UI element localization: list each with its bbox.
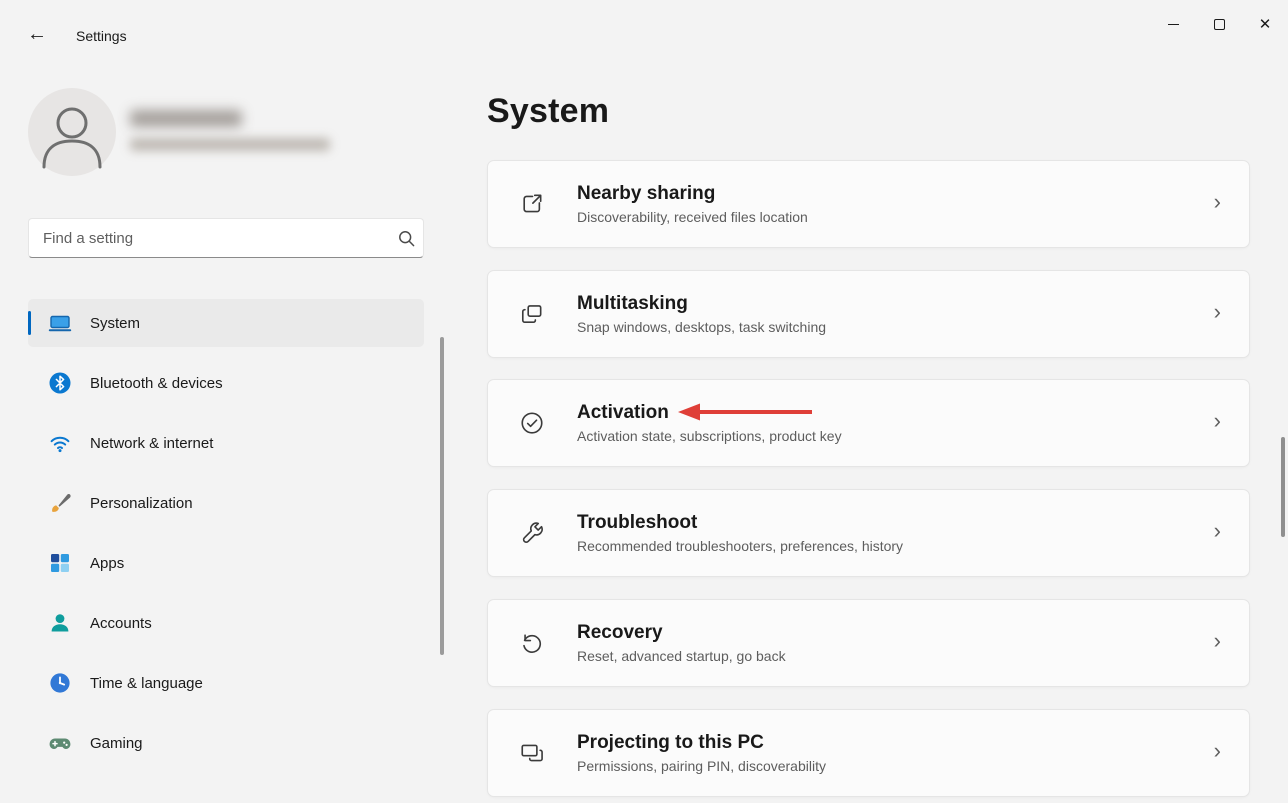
settings-card-recovery[interactable]: Recovery Reset, advanced startup, go bac… [487,599,1250,687]
display-icon [48,311,72,335]
user-name-blurred [130,110,242,127]
settings-card-troubleshoot[interactable]: Troubleshoot Recommended troubleshooters… [487,489,1250,577]
sidebar-item-gaming[interactable]: Gaming [28,719,424,767]
settings-card-projecting[interactable]: Projecting to this PC Permissions, pairi… [487,709,1250,797]
card-title: Activation [577,402,842,424]
chevron-right-icon: › [1214,738,1221,764]
search-icon[interactable] [389,230,423,247]
person-outline-icon [28,88,116,176]
card-subtitle: Activation state, subscriptions, product… [577,428,842,444]
reset-arrow-icon [519,630,545,656]
wifi-icon [48,431,72,455]
card-subtitle: Recommended troubleshooters, preferences… [577,538,903,554]
sidebar-nav: System Bluetooth & devices Network & int… [28,299,424,779]
settings-window: ← Settings ✕ [0,0,1288,803]
wrench-icon [519,520,545,546]
card-subtitle: Discoverability, received files location [577,209,808,225]
sidebar-item-label: Accounts [90,615,152,632]
titlebar: ← Settings ✕ [0,0,1288,56]
app-title: Settings [76,28,127,44]
avatar [28,88,116,176]
multitask-windows-icon [519,301,545,327]
card-title: Nearby sharing [577,183,808,205]
search-box [28,218,424,258]
share-icon [519,191,545,217]
back-arrow-icon: ← [27,23,47,45]
settings-card-nearby-sharing[interactable]: Nearby sharing Discoverability, received… [487,160,1250,248]
projecting-screens-icon [519,740,545,766]
settings-card-activation[interactable]: Activation Activation state, subscriptio… [487,379,1250,467]
checkmark-circle-icon [519,410,545,436]
sidebar-item-label: Personalization [90,495,193,512]
user-email-blurred [130,138,330,151]
minimize-button[interactable] [1150,0,1196,48]
card-subtitle: Permissions, pairing PIN, discoverabilit… [577,758,826,774]
sidebar-item-label: Gaming [90,735,143,752]
gamepad-icon [48,731,72,755]
sidebar-item-network-internet[interactable]: Network & internet [28,419,424,467]
selected-accent-pill [28,311,31,335]
chevron-right-icon: › [1214,299,1221,325]
paintbrush-icon [48,491,72,515]
sidebar-item-time-language[interactable]: Time & language [28,659,424,707]
chevron-right-icon: › [1214,408,1221,434]
bluetooth-icon [48,371,72,395]
maximize-button[interactable] [1196,0,1242,48]
chevron-right-icon: › [1214,518,1221,544]
user-profile[interactable] [28,88,368,176]
chevron-right-icon: › [1214,628,1221,654]
page-title: System [487,92,609,131]
back-button[interactable]: ← [18,18,56,50]
sidebar-item-system[interactable]: System [28,299,424,347]
sidebar-item-label: Apps [90,555,124,572]
close-icon: ✕ [1259,17,1272,32]
sidebar-item-label: System [90,315,140,332]
search-input[interactable] [29,219,389,257]
sidebar-item-label: Time & language [90,675,203,692]
sidebar-item-accounts[interactable]: Accounts [28,599,424,647]
close-button[interactable]: ✕ [1242,0,1288,48]
sidebar-item-label: Bluetooth & devices [90,375,223,392]
page-scrollbar[interactable] [1281,437,1285,537]
person-icon [48,611,72,635]
apps-grid-icon [48,551,72,575]
minimize-icon [1168,24,1179,25]
card-title: Projecting to this PC [577,732,826,754]
card-subtitle: Reset, advanced startup, go back [577,648,786,664]
chevron-right-icon: › [1214,189,1221,215]
sidebar-item-personalization[interactable]: Personalization [28,479,424,527]
sidebar-item-bluetooth-devices[interactable]: Bluetooth & devices [28,359,424,407]
card-title: Multitasking [577,293,826,315]
card-title: Troubleshoot [577,512,903,534]
card-subtitle: Snap windows, desktops, task switching [577,319,826,335]
sidebar-item-apps[interactable]: Apps [28,539,424,587]
settings-card-multitasking[interactable]: Multitasking Snap windows, desktops, tas… [487,270,1250,358]
maximize-icon [1214,19,1225,30]
card-title: Recovery [577,622,786,644]
sidebar-item-label: Network & internet [90,435,213,452]
sidebar-scrollbar[interactable] [440,337,444,655]
clock-icon [48,671,72,695]
window-controls: ✕ [1150,0,1288,48]
